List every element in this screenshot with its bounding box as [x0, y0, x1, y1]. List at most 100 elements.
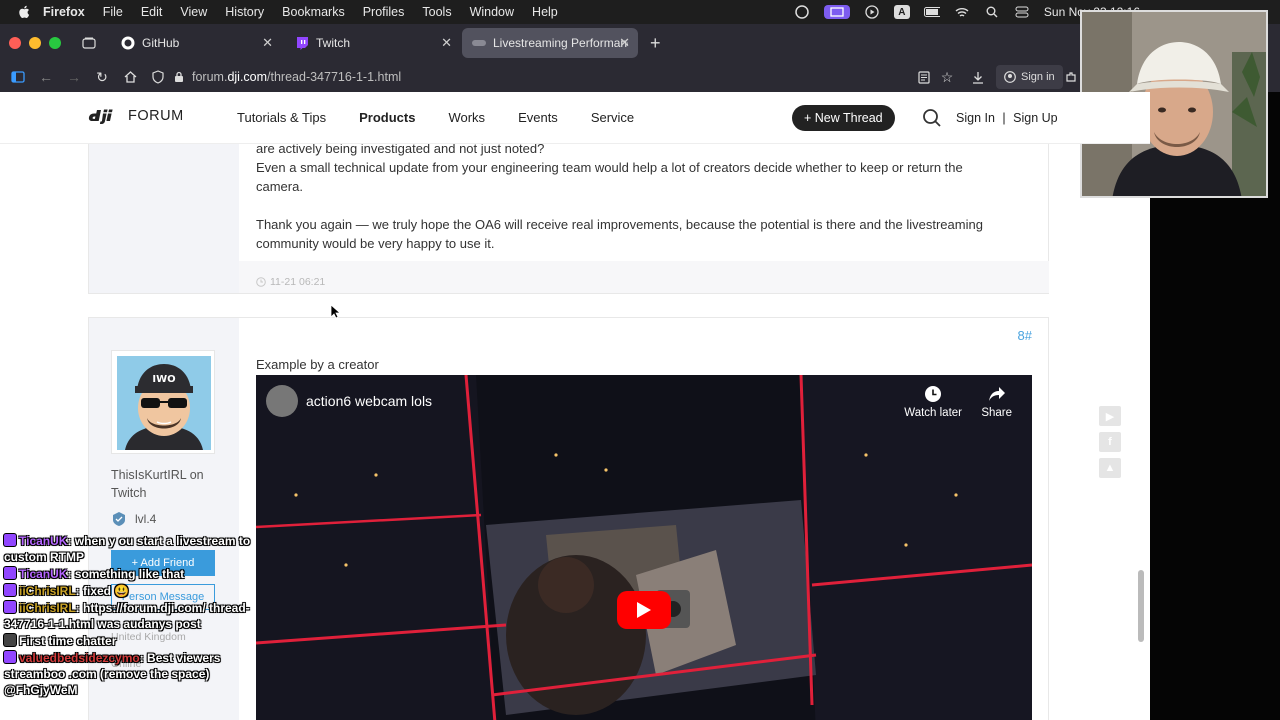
- floor-number[interactable]: 8#: [1018, 328, 1032, 343]
- menu-tools[interactable]: Tools: [422, 5, 451, 19]
- forward-icon[interactable]: →: [60, 63, 88, 91]
- back-icon[interactable]: ←: [32, 63, 60, 91]
- tab-github[interactable]: GitHub ✕: [111, 28, 281, 58]
- chat-username: valuedbedsidezcymo: [19, 651, 140, 665]
- twitch-icon: [295, 36, 309, 50]
- menu-bookmarks[interactable]: Bookmarks: [282, 5, 345, 19]
- post-body-text: Example by a creator: [256, 357, 379, 372]
- nav-works[interactable]: Works: [448, 110, 485, 125]
- chat-message: iiChrisIRL: https://forum.dji.com/ threa…: [4, 600, 254, 632]
- post-line: Even a small technical update from your …: [256, 160, 963, 175]
- menu-window[interactable]: Window: [470, 5, 514, 19]
- avatar-illustration: IWO: [117, 356, 211, 450]
- menu-edit[interactable]: Edit: [141, 5, 163, 19]
- twitch-badge-icon: [4, 534, 16, 546]
- tab-label: Twitch: [316, 36, 351, 50]
- chat-username: iiChrisIRL: [19, 584, 76, 598]
- svg-text:IWO: IWO: [152, 374, 175, 385]
- twitch-badge-icon: [4, 584, 16, 596]
- post-timestamp: 11-21 06:21: [270, 275, 326, 288]
- close-tab-icon[interactable]: ✕: [441, 35, 452, 51]
- video-thumbnail: [256, 375, 1032, 720]
- maximize-window-button[interactable]: [49, 37, 61, 49]
- keyboard-input-icon[interactable]: A: [893, 5, 910, 19]
- tab-twitch[interactable]: Twitch ✕: [285, 28, 460, 58]
- clock-icon: [256, 276, 266, 287]
- account-signin-button[interactable]: Sign in: [996, 65, 1063, 89]
- embedded-youtube-video[interactable]: action6 webcam lols Watch later Share: [256, 375, 1032, 720]
- play-button[interactable]: [617, 591, 671, 629]
- url-path: /thread-347716-1-1.html: [267, 70, 402, 84]
- dji-forum-logo[interactable]: FORUM: [88, 108, 184, 124]
- author-level: lvl.4: [111, 511, 156, 527]
- play-icon: [637, 602, 651, 618]
- post-line: Thank you again — we truly hope the OA6 …: [256, 217, 983, 232]
- tab-dji-forum[interactable]: Livestreaming Performance on I ✕: [462, 28, 638, 58]
- menu-app-name[interactable]: Firefox: [43, 5, 85, 19]
- sign-up-link[interactable]: Sign Up: [1013, 111, 1057, 125]
- new-thread-button[interactable]: + New Thread: [792, 105, 895, 131]
- new-tab-button[interactable]: +: [650, 33, 661, 54]
- menu-help[interactable]: Help: [532, 5, 558, 19]
- nav-tutorials-tips[interactable]: Tutorials & Tips: [237, 110, 326, 125]
- video-title[interactable]: action6 webcam lols: [306, 393, 432, 409]
- search-icon[interactable]: [922, 108, 942, 128]
- tab-overview-icon[interactable]: [75, 29, 103, 57]
- share-button[interactable]: Share: [981, 385, 1012, 419]
- tab-label: Livestreaming Performance on I: [493, 36, 628, 50]
- youtube-share-icon[interactable]: ▶: [1099, 406, 1121, 426]
- address-bar[interactable]: forum.dji.com/thread-347716-1-1.html: [192, 70, 401, 84]
- menu-history[interactable]: History: [225, 5, 264, 19]
- twitch-chat-overlay: TicanUK: when y ou start a livestream to…: [4, 533, 254, 699]
- dji-icon: [472, 36, 486, 50]
- bookmark-star-icon[interactable]: ☆: [933, 63, 961, 91]
- menu-view[interactable]: View: [180, 5, 207, 19]
- battery-icon[interactable]: [923, 5, 940, 19]
- share-icon: [988, 387, 1005, 401]
- channel-avatar[interactable]: [266, 385, 298, 417]
- back-to-top-icon[interactable]: ▲: [1099, 458, 1121, 478]
- nav-events[interactable]: Events: [518, 110, 558, 125]
- site-header: FORUM Tutorials & Tips Products Works Ev…: [0, 92, 1150, 144]
- page-scrollbar[interactable]: [1138, 570, 1144, 642]
- obs-icon[interactable]: [794, 5, 810, 19]
- facebook-share-icon[interactable]: f: [1099, 432, 1121, 452]
- lock-icon[interactable]: [172, 63, 186, 91]
- close-tab-icon[interactable]: ✕: [619, 35, 630, 51]
- chat-username: TicanUK: [19, 534, 68, 548]
- shield-icon[interactable]: [144, 63, 172, 91]
- url-prefix: forum.: [192, 70, 228, 84]
- close-tab-icon[interactable]: ✕: [262, 35, 273, 51]
- apple-icon[interactable]: [16, 0, 32, 24]
- level-badge-icon: [113, 512, 125, 526]
- menu-file[interactable]: File: [103, 5, 123, 19]
- chat-text: : fixed 😃: [75, 584, 130, 598]
- play-icon[interactable]: [864, 5, 880, 19]
- post-line: community would be very happy to use it.: [256, 236, 495, 251]
- dji-logo-icon: [88, 109, 113, 124]
- menu-profiles[interactable]: Profiles: [363, 5, 405, 19]
- post-body: are actively being investigated and not …: [256, 139, 1026, 253]
- url-domain: dji.com: [227, 70, 268, 84]
- nav-service[interactable]: Service: [591, 110, 634, 125]
- github-icon: [121, 36, 135, 50]
- minimize-window-button[interactable]: [29, 37, 41, 49]
- spotlight-search-icon[interactable]: [984, 5, 1000, 19]
- chat-message: iiChrisIRL: fixed 😃: [4, 583, 254, 599]
- control-center-icon[interactable]: [1014, 5, 1030, 19]
- window-controls: [9, 37, 61, 49]
- avatar[interactable]: IWO: [111, 350, 215, 454]
- home-icon[interactable]: [116, 63, 144, 91]
- sign-in-link[interactable]: Sign In: [956, 111, 995, 125]
- screen-record-icon[interactable]: [823, 5, 850, 19]
- chat-message: valuedbedsidezcymo: Best viewers streamb…: [4, 650, 254, 698]
- sidebar-icon[interactable]: [4, 63, 32, 91]
- reload-icon[interactable]: ↻: [88, 63, 116, 91]
- downloads-icon[interactable]: [964, 63, 992, 91]
- watch-later-button[interactable]: Watch later: [904, 385, 962, 419]
- nav-products[interactable]: Products: [359, 110, 415, 125]
- author-username[interactable]: ThisIsKurtIRL on Twitch: [111, 466, 221, 502]
- wifi-icon[interactable]: [954, 5, 970, 19]
- close-window-button[interactable]: [9, 37, 21, 49]
- account-icon: [1004, 71, 1016, 83]
